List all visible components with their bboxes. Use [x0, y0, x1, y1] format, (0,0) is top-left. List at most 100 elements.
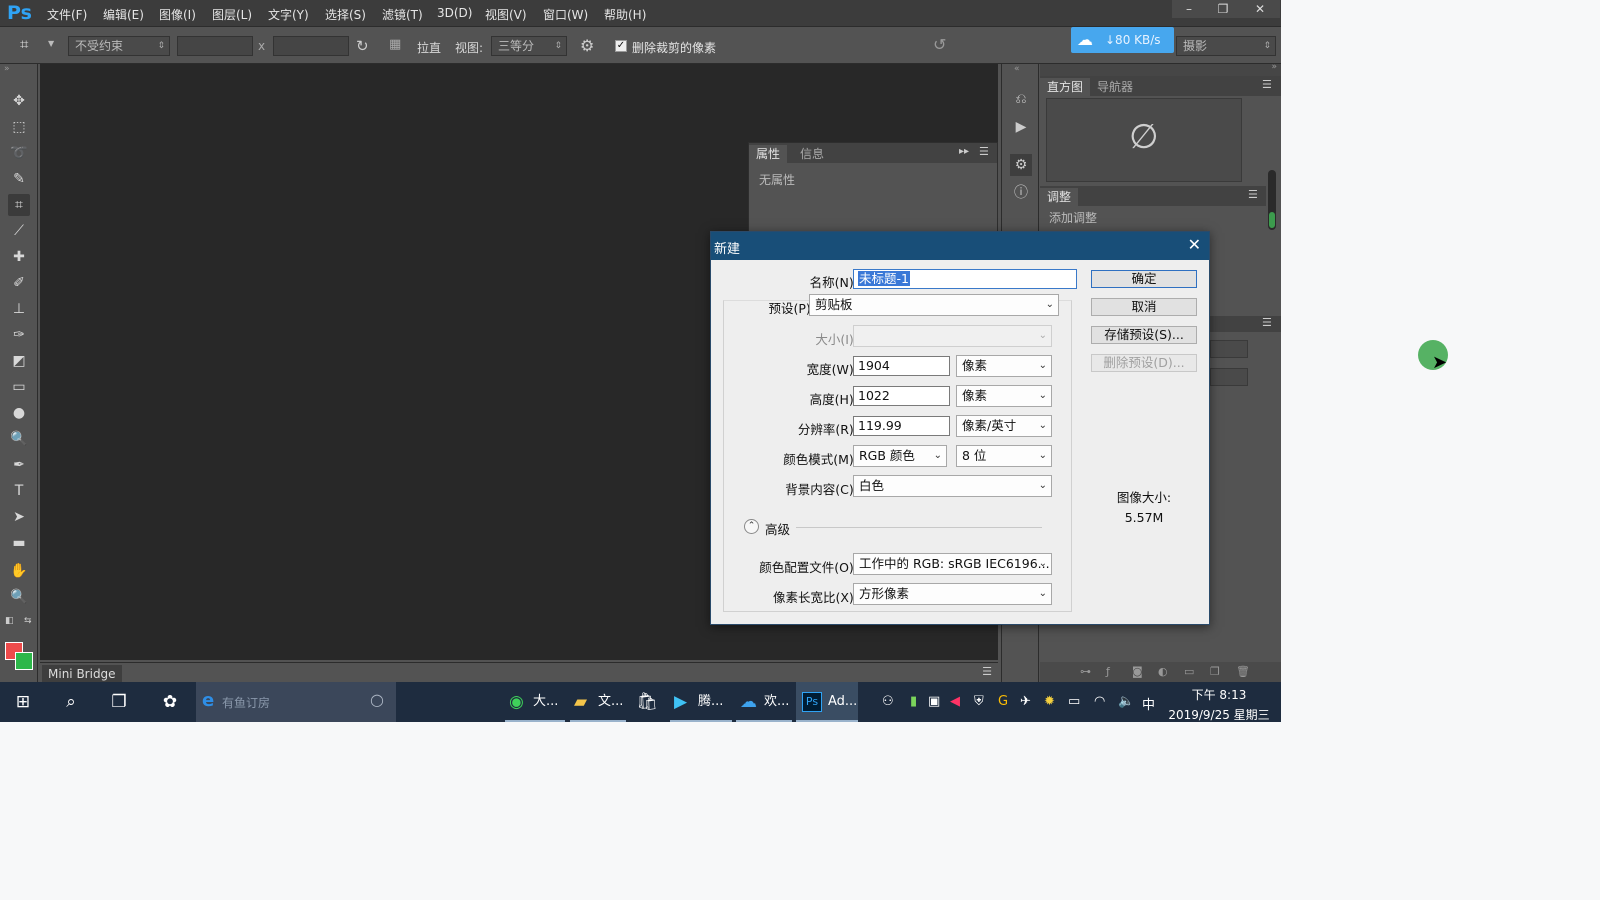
history-brush-tool-icon[interactable]: ✑: [8, 324, 30, 346]
battery-tray-icon[interactable]: ▮: [910, 694, 917, 709]
taskbar-app-1[interactable]: ◉ 大...: [505, 682, 565, 722]
crop-width-field[interactable]: [177, 36, 253, 56]
menu-filter[interactable]: 滤镜(T): [382, 6, 423, 23]
layers-menu-icon[interactable]: ☰: [1262, 316, 1272, 329]
volume-icon[interactable]: 🔈: [1118, 694, 1134, 709]
menu-edit[interactable]: 编辑(E): [103, 6, 144, 23]
settings-gear-icon[interactable]: ⚙: [580, 36, 594, 55]
ime-indicator[interactable]: 中: [1142, 694, 1155, 713]
cloud-speed-widget[interactable]: ☁ ↓80 KB/s: [1071, 27, 1174, 53]
ok-button[interactable]: 确定: [1091, 270, 1197, 288]
taskbar-app-3[interactable]: ▶ 腾...: [670, 682, 732, 722]
move-tool-icon[interactable]: ✥: [8, 90, 30, 112]
app-tray-icon[interactable]: ✈: [1020, 694, 1031, 709]
overlay-view-select[interactable]: 三等分: [491, 36, 567, 56]
tab-histogram[interactable]: 直方图: [1040, 78, 1091, 96]
dock-expand-icon[interactable]: »: [1271, 62, 1277, 72]
menu-3d[interactable]: 3D(D): [437, 6, 472, 20]
bit-depth-select[interactable]: 8 位 ⌄: [956, 445, 1052, 467]
speaker-tray-icon[interactable]: ◀: [950, 694, 960, 709]
menu-file[interactable]: 文件(F): [47, 6, 87, 23]
color-profile-select[interactable]: 工作中的 RGB: sRGB IEC6196... ⌄: [853, 553, 1052, 575]
actions-panel-icon[interactable]: ▶: [1010, 116, 1032, 138]
start-icon[interactable]: ⊞: [3, 682, 43, 722]
resolution-unit-select[interactable]: 像素/英寸 ⌄: [956, 415, 1052, 437]
blur-tool-icon[interactable]: ●: [8, 402, 30, 424]
task-view-icon[interactable]: ❐: [99, 682, 139, 722]
zoom-tool-icon[interactable]: 🔍: [8, 586, 30, 608]
background-color-swatch[interactable]: [15, 652, 33, 670]
layer-fx-icon[interactable]: ƒ: [1106, 665, 1110, 678]
swap-colors-icon[interactable]: ⇆: [24, 616, 32, 626]
delete-layer-icon[interactable]: 🗑: [1236, 665, 1250, 678]
layer-mask-icon[interactable]: ◙: [1132, 665, 1143, 678]
tab-mini-bridge[interactable]: Mini Bridge: [42, 665, 122, 682]
tab-info[interactable]: 信息: [793, 145, 831, 163]
lasso-tool-icon[interactable]: ➰: [8, 142, 30, 164]
menu-select[interactable]: 选择(S): [325, 6, 366, 23]
straighten-icon[interactable]: ▦: [389, 37, 401, 52]
delete-cropped-checkbox[interactable]: ✓: [615, 40, 627, 52]
power-icon[interactable]: ▭: [1068, 694, 1080, 709]
height-input[interactable]: 1022: [853, 386, 950, 406]
new-group-icon[interactable]: ▭: [1184, 665, 1194, 678]
search-icon[interactable]: ⌕: [51, 682, 91, 722]
menu-layer[interactable]: 图层(L): [212, 6, 252, 23]
constraint-select[interactable]: 不受约束: [68, 36, 170, 56]
tab-navigator[interactable]: 导航器: [1090, 78, 1140, 96]
info-panel-icon[interactable]: ⓘ: [1010, 182, 1032, 204]
menu-help[interactable]: 帮助(H): [604, 6, 646, 23]
opacity-field[interactable]: [1210, 340, 1248, 358]
taskbar-app-4[interactable]: ☁ 欢...: [736, 682, 792, 722]
name-input[interactable]: 未标题-1: [853, 269, 1077, 289]
restore-button[interactable]: ❐: [1206, 0, 1240, 18]
taskbar-search-box[interactable]: e 有鱼订房 ○: [196, 682, 396, 722]
marquee-tool-icon[interactable]: ⬚: [8, 116, 30, 138]
swap-icon[interactable]: ↻: [356, 37, 369, 55]
quick-select-tool-icon[interactable]: ✎: [8, 168, 30, 190]
link-layers-icon[interactable]: ⊶: [1080, 665, 1091, 678]
advanced-toggle-icon[interactable]: ⌃: [744, 519, 759, 534]
clock[interactable]: 下午 8:13 2019/9/25 星期三: [1166, 686, 1272, 723]
eyedropper-tool-icon[interactable]: ⟋: [8, 220, 30, 242]
healing-brush-tool-icon[interactable]: ✚: [8, 246, 30, 268]
store-icon[interactable]: 🛍: [627, 682, 667, 722]
histogram-scrollbar[interactable]: [1268, 170, 1276, 230]
color-mode-select[interactable]: RGB 颜色 ⌄: [853, 445, 947, 467]
shape-tool-icon[interactable]: ▬: [8, 532, 30, 554]
brush-tool-icon[interactable]: ✐: [8, 272, 30, 294]
crop-tool-icon[interactable]: ⌗: [8, 194, 30, 216]
preset-select[interactable]: 剪贴板 ⌄: [809, 294, 1059, 316]
menu-type[interactable]: 文字(Y): [268, 6, 309, 23]
menu-view[interactable]: 视图(V): [485, 6, 527, 23]
new-layer-icon[interactable]: ❐: [1210, 665, 1220, 678]
tab-properties[interactable]: 属性: [749, 145, 788, 163]
pen-tool-icon[interactable]: ✒: [8, 454, 30, 476]
strip-collapse-icon[interactable]: «: [1014, 64, 1020, 74]
tab-adjustments[interactable]: 调整: [1040, 188, 1079, 206]
height-unit-select[interactable]: 像素 ⌄: [956, 385, 1052, 407]
close-button[interactable]: ✕: [1240, 0, 1280, 18]
adjustment-layer-icon[interactable]: ◐: [1158, 665, 1168, 678]
properties-panel-icon[interactable]: ⚙: [1010, 154, 1032, 176]
histogram-menu-icon[interactable]: ☰: [1262, 78, 1272, 91]
mini-bridge-menu-icon[interactable]: ☰: [982, 665, 992, 678]
gradient-tool-icon[interactable]: ▭: [8, 376, 30, 398]
security-icon[interactable]: ⛨: [974, 694, 984, 709]
resolution-input[interactable]: 119.99: [853, 416, 950, 436]
dodge-tool-icon[interactable]: 🔍: [8, 428, 30, 450]
pixel-aspect-select[interactable]: 方形像素 ⌄: [853, 583, 1052, 605]
taskbar-app-2[interactable]: ▰ 文...: [570, 682, 626, 722]
sun-tray-icon[interactable]: ✹: [1044, 694, 1055, 709]
panel-menu-icon[interactable]: ☰: [979, 145, 989, 158]
minimize-button[interactable]: –: [1172, 0, 1206, 18]
g-app-icon[interactable]: G: [998, 694, 1008, 709]
panel-expand-icon[interactable]: ▸▸: [959, 146, 969, 157]
adjustments-menu-icon[interactable]: ☰: [1248, 188, 1258, 201]
history-panel-icon[interactable]: ⎌: [1010, 88, 1032, 110]
crop-height-field[interactable]: [273, 36, 349, 56]
tool-preset-arrow-icon[interactable]: ▼: [48, 39, 54, 48]
width-unit-select[interactable]: 像素 ⌄: [956, 355, 1052, 377]
type-tool-icon[interactable]: T: [8, 480, 30, 502]
stamp-tool-icon[interactable]: ⊥: [8, 298, 30, 320]
